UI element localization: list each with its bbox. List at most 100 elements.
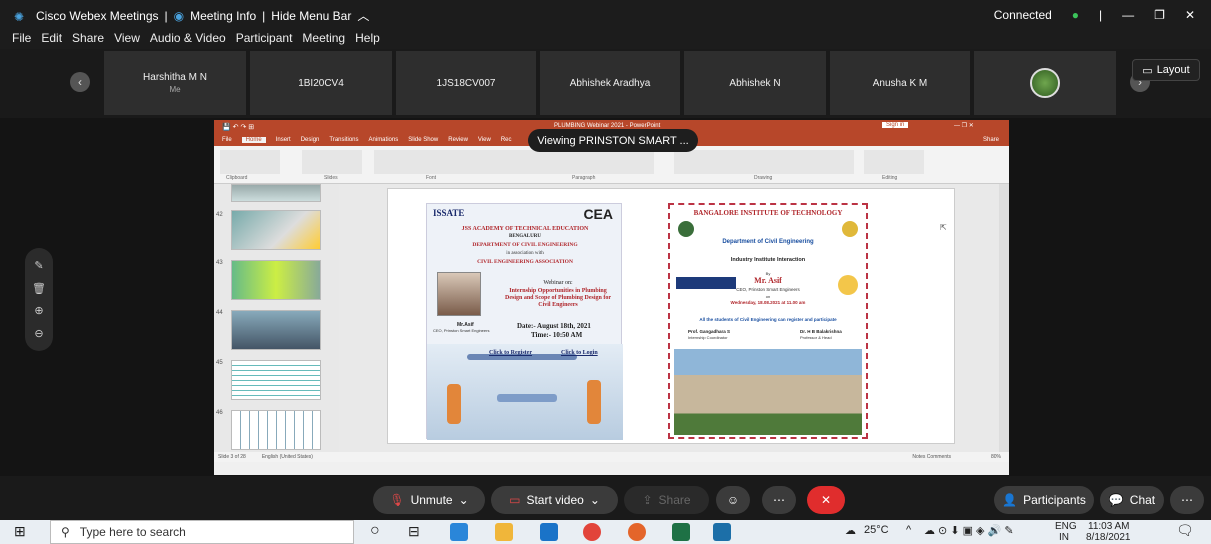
clipboard-group[interactable]: [220, 150, 280, 174]
hide-menu-bar-button[interactable]: Hide Menu Bar: [271, 9, 351, 23]
strip-prev-button[interactable]: ‹: [70, 72, 90, 92]
tray-icons[interactable]: ☁ ⊙ ⬇ ▣ ◈ 🔊 ✎: [924, 524, 1014, 537]
menu-participant[interactable]: Participant: [236, 31, 293, 49]
menu-view[interactable]: View: [114, 31, 140, 49]
poster1-city: BENGALURU: [509, 234, 541, 239]
participant-tile[interactable]: Harshitha M N Me: [104, 51, 246, 115]
temperature[interactable]: 25°C: [864, 524, 889, 536]
weather-icon[interactable]: ☁: [845, 524, 856, 537]
participant-tile[interactable]: Abhishek N: [684, 51, 826, 115]
trash-icon[interactable]: 🗑: [32, 282, 46, 295]
slide-thumbnail[interactable]: [231, 310, 321, 350]
webex-logo-icon: ✺: [14, 9, 25, 24]
menu-edit[interactable]: Edit: [41, 31, 62, 49]
taskbar-search[interactable]: ⚲ Type here to search: [50, 520, 354, 544]
notes-comments[interactable]: Notes Comments: [912, 454, 951, 460]
meeting-info-button[interactable]: Meeting Info: [190, 9, 256, 23]
slide-thumbnail[interactable]: [231, 210, 321, 250]
leave-meeting-button[interactable]: ✕: [807, 486, 845, 514]
slide-thumbnail[interactable]: [231, 410, 321, 450]
slide-thumbnail[interactable]: [231, 360, 321, 400]
poster1-topic: Internship Opportunities in Plumbing Des…: [504, 288, 611, 308]
unmute-button[interactable]: 🎙 Unmute ⌄: [373, 486, 485, 514]
windows-start-icon[interactable]: ⊞: [14, 523, 26, 540]
participant-tile[interactable]: Anusha K M: [830, 51, 970, 115]
ppt-share[interactable]: Share: [983, 137, 999, 143]
menu-file[interactable]: File: [12, 31, 31, 49]
ppt-tab[interactable]: Animations: [369, 137, 399, 143]
paragraph-group[interactable]: [514, 150, 654, 174]
language-indicator[interactable]: ENG: [1055, 521, 1077, 532]
ppt-tab[interactable]: File: [222, 137, 232, 143]
minimize-button[interactable]: —: [1122, 8, 1134, 22]
ppt-sign-in[interactable]: Sign in: [882, 122, 909, 128]
ppt-tab[interactable]: Rec: [501, 137, 512, 143]
reactions-button[interactable]: ☺: [716, 486, 750, 514]
current-slide[interactable]: ISSATE CEA JSS ACADEMY OF TECHNICAL EDUC…: [387, 188, 955, 444]
slide-thumbnail[interactable]: [231, 260, 321, 300]
participants-icon: 👤: [1002, 493, 1018, 507]
drawing-group[interactable]: [674, 150, 854, 174]
participants-button[interactable]: 👤 Participants: [994, 486, 1094, 514]
zoom-in-icon[interactable]: ⊕: [34, 304, 43, 317]
slide-thumbnail[interactable]: [231, 184, 321, 202]
participant-tile[interactable]: Abhishek Aradhya: [540, 51, 680, 115]
clock-date[interactable]: 8/18/2021: [1086, 532, 1131, 543]
annotate-icon[interactable]: ✎: [34, 259, 43, 272]
chrome-icon[interactable]: [583, 523, 601, 541]
close-button[interactable]: ✕: [1185, 8, 1195, 22]
poster2-coord1-role: Internship Coordinator: [688, 335, 728, 340]
edge-icon[interactable]: [450, 523, 468, 541]
menu-meeting[interactable]: Meeting: [302, 31, 345, 49]
participant-tile[interactable]: 1JS18CV007: [396, 51, 536, 115]
layout-button[interactable]: ▭ Layout: [1132, 59, 1200, 81]
mail-icon[interactable]: [540, 523, 558, 541]
task-view-icon[interactable]: ⊟: [408, 523, 420, 540]
ppt-tab-home[interactable]: Home: [241, 137, 266, 143]
webex-taskbar-icon[interactable]: [713, 523, 731, 541]
menu-audio-video[interactable]: Audio & Video: [150, 31, 226, 49]
ppt-tab[interactable]: View: [478, 137, 491, 143]
more-icon: ⋯: [1181, 493, 1193, 507]
zoom-level[interactable]: 80%: [991, 454, 1001, 460]
poster1-assoc-name: CIVIL ENGINEERING ASSOCIATION: [477, 259, 573, 265]
chevron-down-icon[interactable]: ⌄: [459, 493, 469, 507]
chevron-up-icon[interactable]: ^: [906, 524, 911, 536]
ppt-tab[interactable]: Transitions: [329, 137, 358, 143]
zoom-out-icon[interactable]: ⊖: [34, 327, 43, 340]
participant-tile[interactable]: [974, 51, 1116, 115]
windows-taskbar: ⊞ ⚲ Type here to search ○ ⊟ ☁ 25°C ^ ☁ ⊙…: [0, 520, 1211, 544]
editing-group[interactable]: [864, 150, 924, 174]
menu-help[interactable]: Help: [355, 31, 380, 49]
ppt-vertical-scrollbar[interactable]: [999, 184, 1009, 452]
chat-button[interactable]: 💬 Chat: [1100, 486, 1164, 514]
more-panels-button[interactable]: ⋯: [1170, 486, 1204, 514]
clock-time[interactable]: 11:03 AM: [1088, 521, 1130, 532]
start-video-button[interactable]: ▭ Start video ⌄: [491, 486, 618, 514]
share-button[interactable]: ⇪ Share: [624, 486, 709, 514]
ppt-tab[interactable]: Review: [448, 137, 468, 143]
login-link[interactable]: Click to Login: [561, 350, 598, 356]
ppt-window-controls[interactable]: — ❐ ✕: [954, 122, 974, 129]
menu-share[interactable]: Share: [72, 31, 104, 49]
more-options-button[interactable]: ⋯: [762, 486, 796, 514]
cortana-icon[interactable]: ○: [370, 522, 380, 540]
ppt-tab[interactable]: Insert: [276, 137, 291, 143]
file-explorer-icon[interactable]: [495, 523, 513, 541]
register-link[interactable]: Click to Register: [489, 350, 532, 356]
window-titlebar: ✺ Cisco Webex Meetings | ◉ Meeting Info …: [0, 0, 1211, 31]
ppt-tab[interactable]: Design: [301, 137, 320, 143]
participant-tile[interactable]: 1BI20CV4: [250, 51, 392, 115]
firefox-icon[interactable]: [628, 523, 646, 541]
slides-group[interactable]: [302, 150, 362, 174]
chevron-down-icon[interactable]: ⌄: [590, 493, 600, 507]
font-group[interactable]: [374, 150, 514, 174]
excel-icon[interactable]: [672, 523, 690, 541]
poster1-college: JSS ACADEMY OF TECHNICAL EDUCATION: [461, 226, 589, 232]
restore-button[interactable]: ❐: [1154, 8, 1165, 22]
ppt-tab[interactable]: Slide Show: [408, 137, 438, 143]
title-separator: |: [164, 8, 168, 23]
thumb-number: 42: [216, 212, 223, 218]
chevron-up-icon[interactable]: ︿: [357, 7, 369, 24]
notifications-icon[interactable]: 🗨: [1176, 522, 1194, 539]
